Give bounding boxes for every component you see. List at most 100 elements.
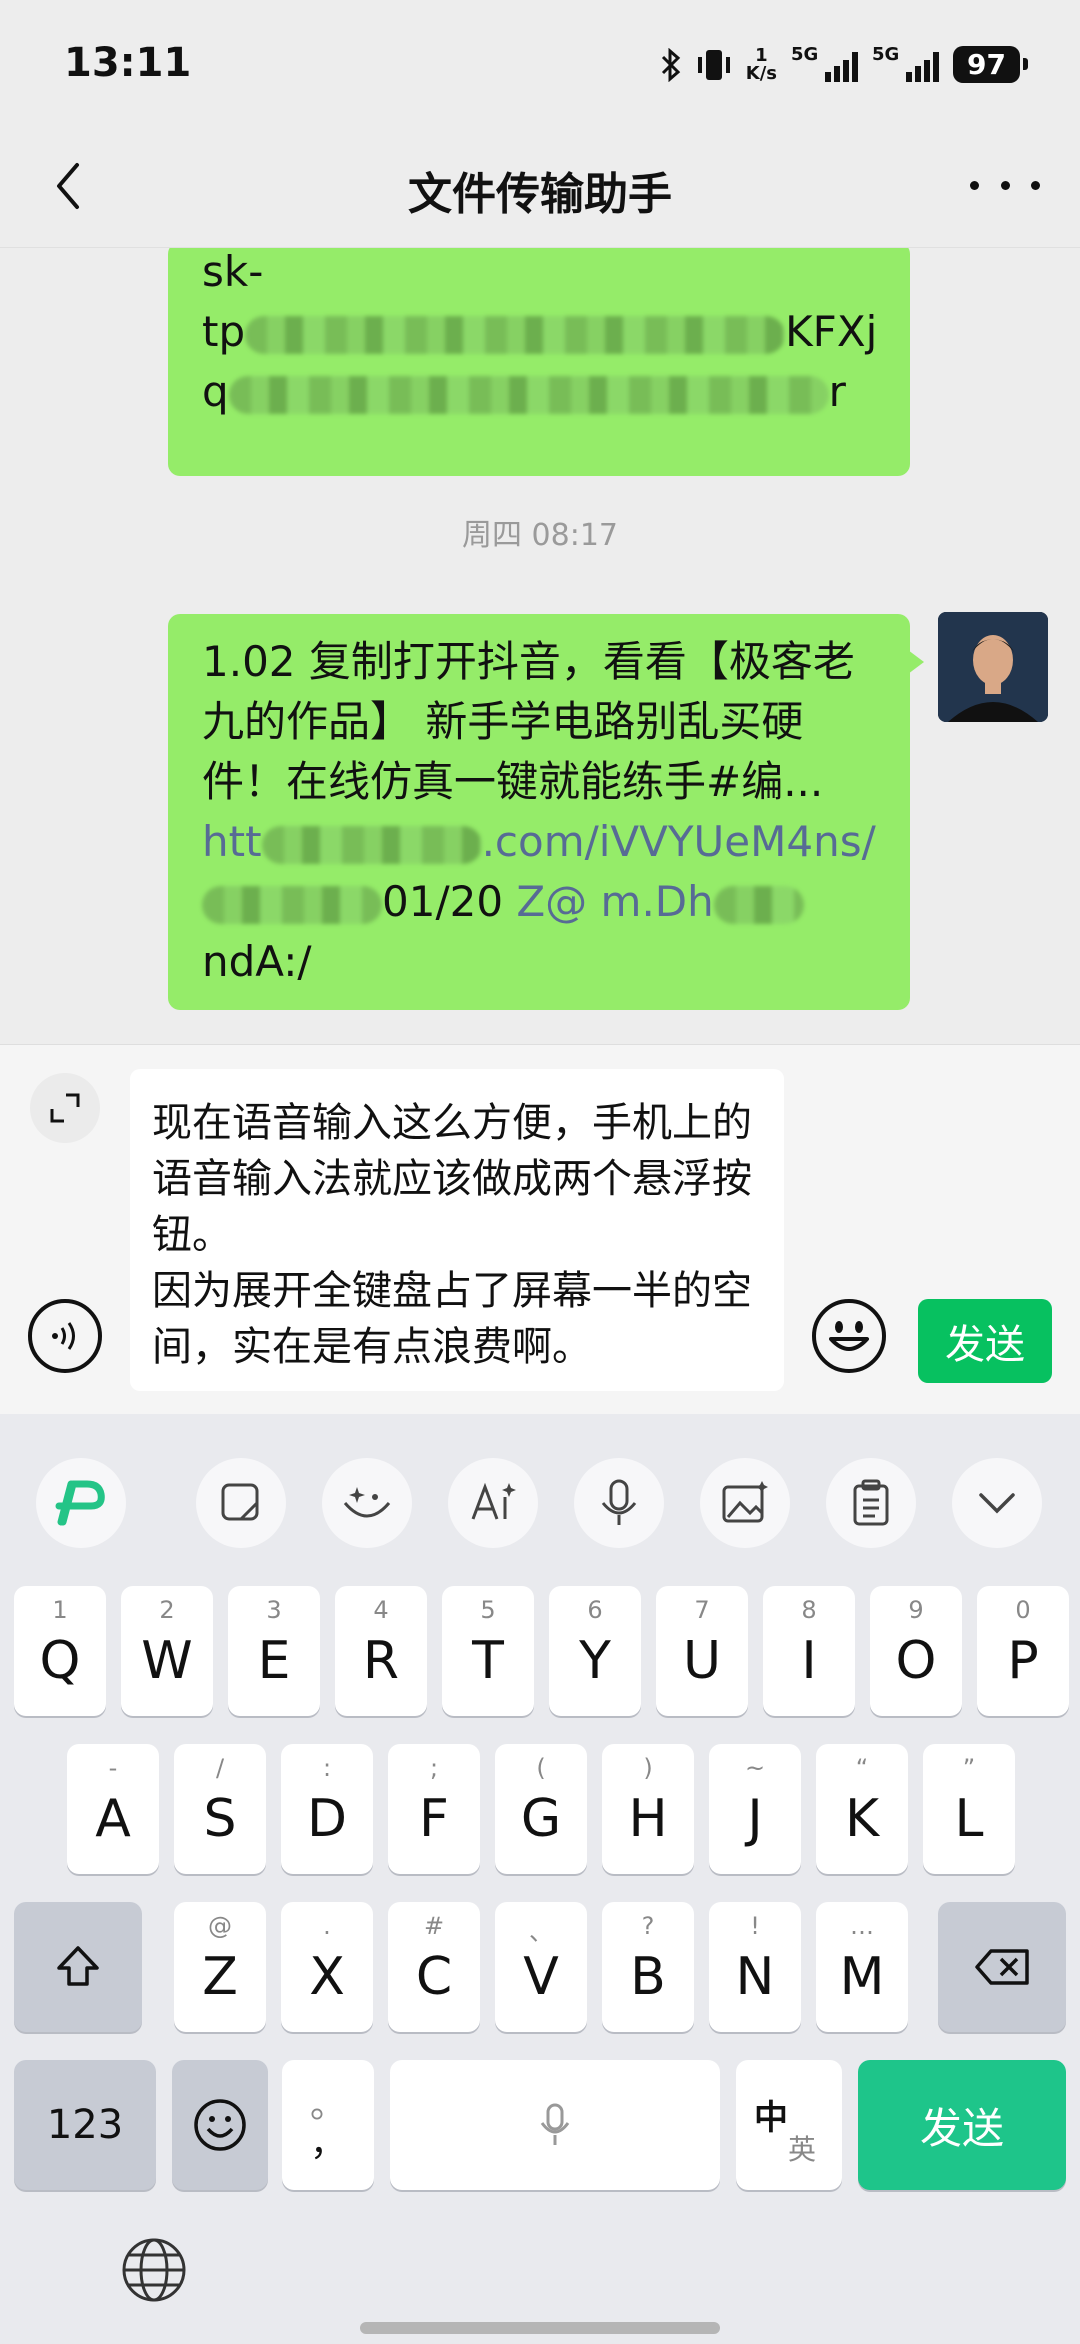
key-hint: ” (962, 1754, 976, 1782)
key-f[interactable]: ; F (388, 1744, 480, 1874)
message-bubble-sent[interactable]: sk- tp KFXj qr (168, 248, 910, 476)
message-text: ndA:/ (202, 937, 312, 986)
battery-level: 97 (967, 48, 1006, 81)
message-link[interactable]: Z@ (516, 877, 587, 926)
message-line: tp KFXj (202, 302, 876, 362)
key-hint: 8 (801, 1596, 817, 1624)
key-b[interactable]: ? B (602, 1902, 694, 2032)
expand-input-button[interactable] (30, 1073, 100, 1143)
key-g[interactable]: (G (495, 1744, 587, 1874)
blurred-text (713, 885, 804, 924)
message-link[interactable]: htt .com/iVVYUeM4ns/ (202, 817, 876, 866)
signal-2-label: 5G (872, 43, 900, 65)
microphone-icon[interactable] (574, 1458, 664, 1548)
clipboard-edit-icon[interactable] (196, 1458, 286, 1548)
key-label: N (735, 1947, 775, 2007)
more-options-button[interactable] (970, 160, 1040, 210)
message-input-field[interactable]: 现在语音输入这么方便，手机上的语音输入法就应该做成两个悬浮按钮。 因为展开全键盘… (130, 1069, 784, 1391)
key-hint: ~ (744, 1754, 766, 1782)
key-hint: ; (429, 1754, 439, 1782)
status-time: 13:11 (64, 40, 192, 86)
key-label: C (415, 1947, 453, 2007)
blurred-text (245, 315, 786, 354)
key-h[interactable]: ) H (602, 1744, 694, 1874)
avatar[interactable] (938, 612, 1048, 722)
collapse-keyboard-button[interactable] (952, 1458, 1042, 1548)
key-u[interactable]: 7U (656, 1586, 748, 1716)
keyboard: 1Q 2W 3E 4R 5T 6Y 7U 8I 9O 0P -A / S :D ;… (0, 1414, 1080, 2344)
link-text: .com/ (481, 817, 599, 866)
key-e[interactable]: 3E (228, 1586, 320, 1716)
key-label: A (95, 1789, 131, 1849)
microphone-icon (540, 2103, 570, 2145)
key-hint: / (215, 1754, 225, 1782)
keyboard-logo-icon[interactable] (36, 1458, 126, 1548)
chat-title: 文件传输助手 (408, 169, 672, 220)
key-a[interactable]: -A (67, 1744, 159, 1874)
smiley-icon (194, 2099, 246, 2151)
send-button[interactable]: 发送 (918, 1299, 1052, 1383)
key-c[interactable]: # C (388, 1902, 480, 2032)
send-key[interactable]: 发送 (858, 2060, 1066, 2190)
key-label: W (141, 1631, 193, 1691)
link-text: iVVYUeM4ns/ (598, 817, 876, 866)
key-t[interactable]: 5T (442, 1586, 534, 1716)
key-hint: @ (208, 1912, 232, 1940)
clipboard-icon[interactable] (826, 1458, 916, 1548)
key-label: F (419, 1789, 449, 1849)
numbers-key[interactable]: 123 (14, 2060, 156, 2190)
key-hint: 7 (694, 1596, 710, 1624)
user-avatar-icon (938, 612, 1048, 722)
key-p[interactable]: 0P (977, 1586, 1069, 1716)
key-o[interactable]: 9O (870, 1586, 962, 1716)
link-text: htt (202, 817, 262, 866)
shift-key[interactable] (14, 1902, 142, 2032)
key-m[interactable]: … M (816, 1902, 908, 2032)
blurred-text (261, 825, 482, 864)
key-n[interactable]: ! N (709, 1902, 801, 2032)
key-i[interactable]: 8I (763, 1586, 855, 1716)
message-text: tp (202, 307, 246, 356)
key-v[interactable]: 、 V (495, 1902, 587, 2032)
key-l[interactable]: ” L (923, 1744, 1015, 1874)
key-d[interactable]: :D (281, 1744, 373, 1874)
language-switch-key[interactable]: 中 英 (736, 2060, 842, 2190)
emoji-sparkle-icon[interactable] (322, 1458, 412, 1548)
status-icons: 1 K/s 5G 5G 97 (660, 43, 1028, 83)
message-bubble-sent[interactable]: 1.02 复制打开抖音，看看【极客老九的作品】 新手学电路别乱买硬件！在线仿真一… (168, 614, 924, 1010)
message-text: q (202, 367, 229, 416)
key-y[interactable]: 6Y (549, 1586, 641, 1716)
key-s[interactable]: / S (174, 1744, 266, 1874)
message-link[interactable]: m.Dh (601, 877, 714, 926)
key-hint: ? (641, 1912, 655, 1940)
key-w[interactable]: 2W (121, 1586, 213, 1716)
key-hint: 4 (373, 1596, 389, 1624)
key-label: U (682, 1631, 722, 1691)
globe-icon (122, 2238, 186, 2302)
key-hint: “ (855, 1754, 869, 1782)
key-hint: 3 (266, 1596, 282, 1624)
key-k[interactable]: “K (816, 1744, 908, 1874)
voice-input-button[interactable] (28, 1299, 102, 1373)
space-key[interactable] (390, 2060, 720, 2190)
key-r[interactable]: 4R (335, 1586, 427, 1716)
emoji-button[interactable] (812, 1299, 886, 1373)
ai-icon[interactable] (448, 1458, 538, 1548)
image-icon[interactable] (700, 1458, 790, 1548)
key-q[interactable]: 1Q (14, 1586, 106, 1716)
key-label: J (747, 1789, 763, 1849)
key-label: Y (579, 1631, 611, 1691)
key-x[interactable]: .X (281, 1902, 373, 2032)
home-indicator[interactable] (360, 2322, 720, 2334)
emoji-key[interactable] (172, 2060, 268, 2190)
punctuation-key[interactable]: 。 ， (282, 2060, 374, 2190)
chat-history[interactable]: sk- tp KFXj qr 周四 08:17 1.02 复制打开抖音，看看【极客… (0, 248, 1080, 1044)
net-speed-value: 1 (755, 44, 768, 66)
backspace-key[interactable] (938, 1902, 1066, 2032)
key-hint: : (322, 1754, 332, 1782)
language-globe-button[interactable] (114, 2230, 194, 2310)
key-hint: 2 (159, 1596, 175, 1624)
key-z[interactable]: @ Z (174, 1902, 266, 2032)
key-j[interactable]: ~ J (709, 1744, 801, 1874)
key-label: Z (202, 1947, 238, 2007)
